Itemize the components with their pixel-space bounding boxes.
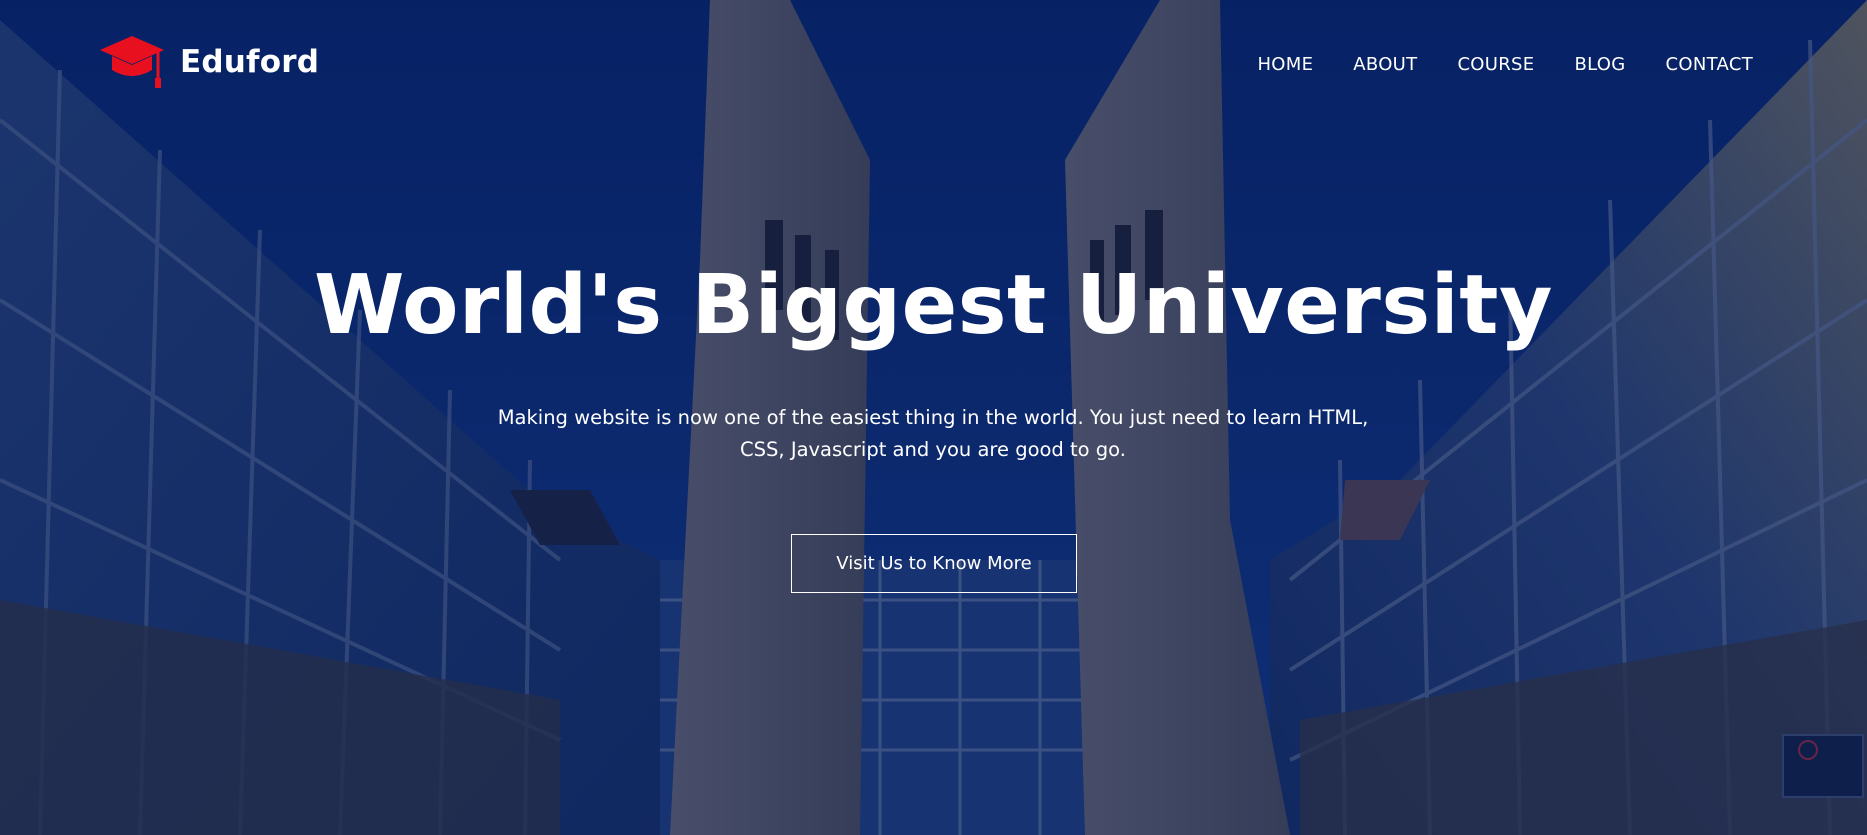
visit-us-button[interactable]: Visit Us to Know More <box>791 534 1077 593</box>
brand-logo[interactable]: Eduford <box>98 34 319 96</box>
nav-home[interactable]: HOME <box>1257 54 1313 75</box>
brand-name: Eduford <box>180 44 320 80</box>
hero-title: World's Biggest University <box>314 258 1553 353</box>
nav-blog[interactable]: BLOG <box>1574 54 1625 75</box>
nav-contact[interactable]: CONTACT <box>1666 54 1753 75</box>
hero-section: Eduford HOME ABOUT COURSE BLOG CONTACT W… <box>0 0 1867 835</box>
nav-about[interactable]: ABOUT <box>1353 54 1417 75</box>
nav-course[interactable]: COURSE <box>1457 54 1534 75</box>
graduation-cap-icon <box>98 34 166 96</box>
main-nav: HOME ABOUT COURSE BLOG CONTACT <box>1257 54 1753 75</box>
hero-subtitle: Making website is now one of the easiest… <box>497 406 1369 461</box>
